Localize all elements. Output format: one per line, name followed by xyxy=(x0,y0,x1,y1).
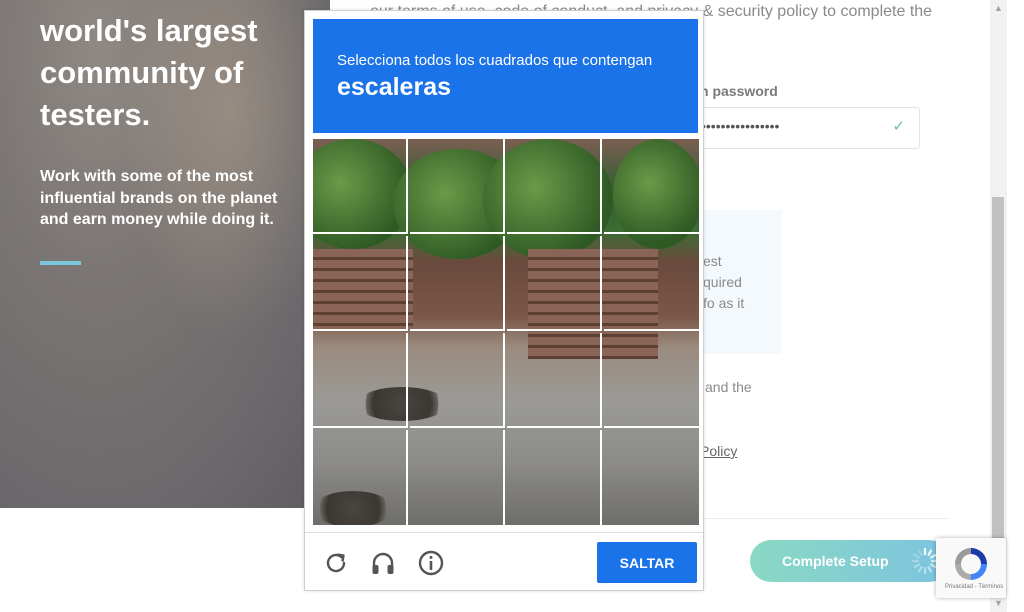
challenge-tile[interactable] xyxy=(410,236,505,331)
complete-setup-button[interactable]: Complete Setup xyxy=(750,540,950,582)
info-line-2: quired xyxy=(703,274,742,290)
challenge-tile[interactable] xyxy=(313,139,408,234)
challenge-tile[interactable] xyxy=(507,430,602,525)
challenge-tile[interactable] xyxy=(604,430,699,525)
challenge-tile[interactable] xyxy=(410,430,505,525)
privacy-policy-link[interactable]: Policy xyxy=(700,443,737,459)
audio-icon[interactable] xyxy=(369,549,397,577)
reload-icon[interactable] xyxy=(322,549,350,577)
scroll-up-arrow-icon[interactable]: ▲ xyxy=(994,3,1003,13)
challenge-tile[interactable] xyxy=(313,236,408,331)
info-line-1: est xyxy=(703,253,722,269)
challenge-tile[interactable] xyxy=(313,430,408,525)
challenge-tile[interactable] xyxy=(410,139,505,234)
hero-accent-bar xyxy=(40,261,81,265)
challenge-tile[interactable] xyxy=(507,333,602,428)
hero-panel: world's largest community of testers. Wo… xyxy=(0,0,330,508)
challenge-footer-divider xyxy=(305,532,703,533)
challenge-tile[interactable] xyxy=(604,236,699,331)
info-line-3: fo as it xyxy=(703,295,745,311)
complete-setup-label: Complete Setup xyxy=(782,553,889,569)
challenge-image-grid xyxy=(313,139,699,525)
recaptcha-terms-text[interactable]: Privacidad - Términos xyxy=(945,584,1003,590)
info-icon[interactable] xyxy=(417,549,445,577)
challenge-tile[interactable] xyxy=(507,236,602,331)
challenge-instruction: Selecciona todos los cuadrados que conte… xyxy=(337,52,653,69)
form-divider xyxy=(700,518,950,519)
captcha-challenge-dialog: Selecciona todos los cuadrados que conte… xyxy=(304,10,704,591)
skip-button[interactable]: SALTAR xyxy=(597,542,697,583)
password-value: •••••••••••••••• xyxy=(701,118,780,134)
scrollbar-thumb[interactable] xyxy=(992,197,1004,542)
recaptcha-logo-icon xyxy=(955,548,987,580)
challenge-tile[interactable] xyxy=(313,333,408,428)
password-confirm-field[interactable]: •••••••••••••••• ✓ xyxy=(690,107,920,149)
challenge-header: Selecciona todos los cuadrados que conte… xyxy=(313,19,698,133)
check-icon: ✓ xyxy=(892,118,905,135)
scroll-down-arrow-icon[interactable]: ▼ xyxy=(994,598,1003,608)
recaptcha-badge[interactable]: Privacidad - Términos xyxy=(936,538,1006,598)
hero-headline: world's largest community of testers. xyxy=(40,13,258,132)
password-confirm-label: n password xyxy=(700,83,778,99)
challenge-tile[interactable] xyxy=(507,139,602,234)
challenge-keyword: escaleras xyxy=(337,73,452,101)
consent-fragment: and the xyxy=(705,379,752,395)
challenge-tile[interactable] xyxy=(604,333,699,428)
challenge-tile[interactable] xyxy=(604,139,699,234)
hero-subtitle: Work with some of the most influential b… xyxy=(40,168,278,228)
challenge-tile[interactable] xyxy=(410,333,505,428)
